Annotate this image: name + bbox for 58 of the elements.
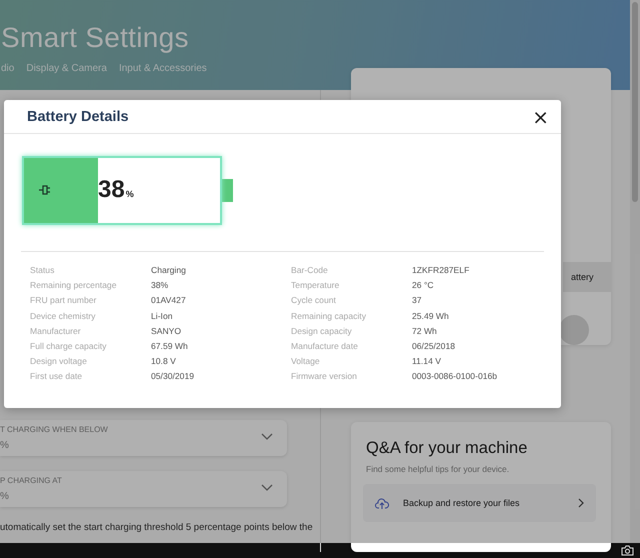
detail-label: Manufacture date [291, 340, 359, 352]
dropdown-label: T CHARGING WHEN BELOW [0, 425, 109, 434]
detail-value: 38% [151, 280, 170, 292]
detail-label: Full charge capacity [30, 340, 108, 352]
detail-label: Status [30, 265, 56, 276]
detail-label: Device chemistry [30, 310, 96, 322]
help-link[interactable]: Backup and restore your files [363, 484, 596, 522]
battery-terminal [222, 178, 233, 202]
detail-value: 11.14 V [412, 356, 442, 368]
dropdown-label: P CHARGING AT [0, 476, 63, 485]
app-title: Smart Settings [1, 22, 190, 54]
detail-label: Temperature [291, 280, 340, 292]
detail-label: Remaining percentage [30, 280, 118, 292]
battery-button[interactable]: attery [563, 262, 611, 292]
dropdown[interactable]: P CHARGING AT % [0, 471, 287, 507]
dropdown-value: % [0, 491, 10, 502]
detail-label: Bar-Code [291, 265, 329, 276]
detail-value: 72 Wh [412, 326, 438, 337]
nav-tab[interactable]: dio [1, 63, 14, 76]
chevron-down-icon [261, 433, 273, 441]
nav-tab[interactable]: Input & Accessories [118, 63, 207, 76]
detail-label: Design capacity [291, 326, 353, 337]
detail-label: Cycle count [291, 295, 337, 306]
detail-value: 0003-0086-0100-016b [412, 371, 498, 382]
detail-label: Remaining capacity [291, 310, 367, 322]
scrollbar[interactable] [630, 0, 640, 543]
detail-value: SANYO [151, 326, 182, 337]
dialog-title: Battery Details [27, 108, 129, 124]
detail-value: 67.59 Wh [151, 340, 189, 352]
toggle-pill[interactable] [559, 315, 589, 345]
cloud-upload-icon [375, 498, 389, 508]
detail-value: 06/25/2018 [412, 340, 456, 352]
detail-value: 01AV427 [151, 295, 187, 306]
detail-label: FRU part number [30, 295, 98, 306]
battery-percent: 38% [98, 176, 134, 204]
detail-value: Charging [151, 265, 187, 276]
info-text: utomatically set the start charging threshold 5 percentage points below the [0, 522, 314, 533]
detail-value: 37 [412, 295, 423, 306]
detail-value: 26 °C [412, 280, 435, 292]
card-subtitle: Find some helpful tips for your device. [366, 464, 510, 474]
detail-value: 05/30/2019 [151, 371, 196, 382]
detail-label: Voltage [291, 356, 321, 368]
detail-value: 1ZKFR287ELF [412, 265, 470, 276]
detail-value: 10.8 V [151, 356, 177, 368]
chevron-right-icon [578, 498, 584, 508]
camera-icon[interactable] [621, 545, 634, 556]
dropdown-value: % [0, 440, 10, 451]
detail-label: Design voltage [30, 356, 88, 368]
dropdown[interactable]: T CHARGING WHEN BELOW % [0, 420, 287, 456]
detail-value: 25.49 Wh [412, 310, 450, 322]
nav-tab[interactable]: Display & Camera [26, 63, 107, 76]
detail-label: Manufacturer [30, 326, 82, 337]
chevron-down-icon [261, 484, 273, 492]
detail-label: Firmware version [291, 371, 358, 382]
card-title: Q&A for your machine [366, 439, 528, 458]
detail-label: First use date [30, 371, 84, 382]
detail-value: Li-Ion [151, 310, 174, 322]
close-button[interactable]: × [532, 106, 549, 126]
